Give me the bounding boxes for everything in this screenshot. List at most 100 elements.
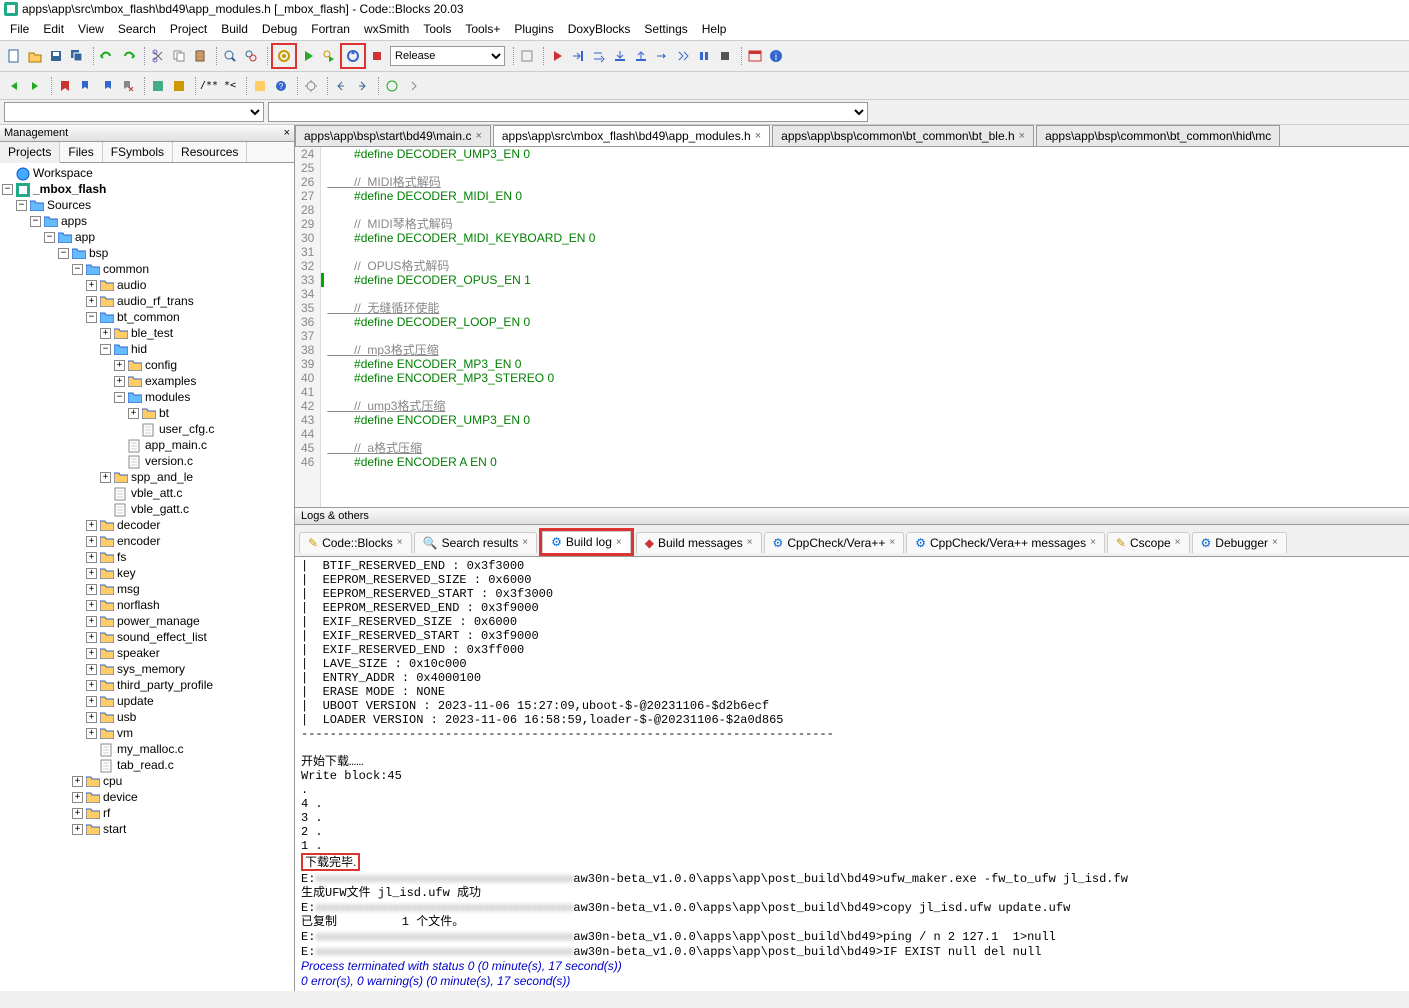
tree-start[interactable]: +start: [2, 821, 292, 837]
build-icon[interactable]: [274, 46, 294, 66]
tree-apps[interactable]: −apps: [2, 213, 292, 229]
project-tree[interactable]: Workspace−_mbox_flash−Sources−apps−app−b…: [0, 163, 294, 991]
menu-fortran[interactable]: Fortran: [305, 20, 356, 38]
close-icon[interactable]: ×: [397, 537, 403, 548]
tree-fs[interactable]: +fs: [2, 549, 292, 565]
close-icon[interactable]: ×: [475, 130, 481, 142]
tree-file-user_cfg.c[interactable]: user_cfg.c: [2, 421, 292, 437]
tree-bt_common[interactable]: −bt_common: [2, 309, 292, 325]
replace-icon[interactable]: [241, 46, 261, 66]
dox-html-icon[interactable]: [250, 76, 270, 96]
tree-file-version.c[interactable]: version.c: [2, 453, 292, 469]
tree-usb[interactable]: +usb: [2, 709, 292, 725]
tree-file-vble_att.c[interactable]: vble_att.c: [2, 485, 292, 501]
tree-update[interactable]: +update: [2, 693, 292, 709]
tree-config[interactable]: +config: [2, 357, 292, 373]
tree-expander-icon[interactable]: −: [100, 344, 111, 355]
tree-encoder[interactable]: +encoder: [2, 533, 292, 549]
menu-settings[interactable]: Settings: [638, 20, 693, 38]
tree-file-tab_read.c[interactable]: tab_read.c: [2, 757, 292, 773]
scope-select[interactable]: [4, 102, 264, 122]
menu-view[interactable]: View: [72, 20, 110, 38]
menu-plugins[interactable]: Plugins: [508, 20, 559, 38]
tab-fsymbols[interactable]: FSymbols: [103, 142, 173, 162]
tree-expander-icon[interactable]: −: [30, 216, 41, 227]
forward-icon[interactable]: [25, 76, 45, 96]
tree-expander-icon[interactable]: +: [128, 408, 139, 419]
tree-expander-icon[interactable]: +: [86, 280, 97, 291]
next-instr-icon[interactable]: [652, 46, 672, 66]
tree-decoder[interactable]: +decoder: [2, 517, 292, 533]
step-instr-icon[interactable]: [673, 46, 693, 66]
jump-fwd-icon[interactable]: [352, 76, 372, 96]
close-icon[interactable]: ×: [616, 537, 622, 548]
next-line-icon[interactable]: [589, 46, 609, 66]
back-icon[interactable]: [4, 76, 24, 96]
target-icon[interactable]: [517, 46, 537, 66]
tree-sources[interactable]: −Sources: [2, 197, 292, 213]
step-out-icon[interactable]: [631, 46, 651, 66]
tree-expander-icon[interactable]: −: [2, 184, 13, 195]
log-tab-cscope[interactable]: ✎Cscope×: [1107, 532, 1190, 553]
tree-file-my_malloc.c[interactable]: my_malloc.c: [2, 741, 292, 757]
tree-expander-icon[interactable]: +: [86, 728, 97, 739]
bookmark-clear-icon[interactable]: [118, 76, 138, 96]
tree-expander-icon[interactable]: +: [114, 360, 125, 371]
tree-expander-icon[interactable]: +: [86, 696, 97, 707]
tree-spp_and_le[interactable]: +spp_and_le: [2, 469, 292, 485]
tree-expander-icon[interactable]: +: [86, 584, 97, 595]
dox-config-icon[interactable]: [301, 76, 321, 96]
tree-cpu[interactable]: +cpu: [2, 773, 292, 789]
tree-common[interactable]: −common: [2, 261, 292, 277]
tree-device[interactable]: +device: [2, 789, 292, 805]
dox-block-icon[interactable]: /**: [199, 76, 219, 96]
bookmark-prev-icon[interactable]: [76, 76, 96, 96]
menu-search[interactable]: Search: [112, 20, 162, 38]
tree-expander-icon[interactable]: +: [86, 664, 97, 675]
close-icon[interactable]: ×: [889, 537, 895, 548]
tree-bt[interactable]: +bt: [2, 405, 292, 421]
log-tab-codeblocks[interactable]: ✎Code::Blocks×: [299, 532, 412, 553]
tab-files[interactable]: Files: [60, 142, 102, 162]
tree-vm[interactable]: +vm: [2, 725, 292, 741]
abort-icon[interactable]: [367, 46, 387, 66]
symbol-select[interactable]: [268, 102, 868, 122]
tree-expander-icon[interactable]: +: [72, 824, 83, 835]
tree-expander-icon[interactable]: +: [72, 792, 83, 803]
tree-expander-icon[interactable]: −: [114, 392, 125, 403]
dox-chm-icon[interactable]: ?: [271, 76, 291, 96]
editor-tab-hid-mc[interactable]: apps\app\bsp\common\bt_common\hid\mc: [1036, 125, 1280, 146]
close-icon[interactable]: ×: [1175, 537, 1181, 548]
close-icon[interactable]: ×: [284, 127, 290, 139]
tree-expander-icon[interactable]: −: [44, 232, 55, 243]
redo-icon[interactable]: [118, 46, 138, 66]
menu-help[interactable]: Help: [696, 20, 733, 38]
tree-expander-icon[interactable]: +: [86, 296, 97, 307]
bookmark-next-icon[interactable]: [97, 76, 117, 96]
menu-project[interactable]: Project: [164, 20, 213, 38]
tree-app[interactable]: −app: [2, 229, 292, 245]
menu-tools-plus[interactable]: Tools+: [459, 20, 506, 38]
tree-expander-icon[interactable]: +: [86, 552, 97, 563]
log-output[interactable]: | BTIF_RESERVED_END : 0x3f3000 | EEPROM_…: [295, 557, 1409, 991]
tree-expander-icon[interactable]: −: [58, 248, 69, 259]
log-tab-build-log[interactable]: ⚙Build log×: [542, 531, 631, 553]
tree-modules[interactable]: −modules: [2, 389, 292, 405]
tree-ble_test[interactable]: +ble_test: [2, 325, 292, 341]
rebuild-icon[interactable]: [343, 46, 363, 66]
build-target-select[interactable]: Release: [390, 46, 505, 66]
tree-expander-icon[interactable]: +: [86, 712, 97, 723]
tree-expander-icon[interactable]: +: [86, 648, 97, 659]
tree-expander-icon[interactable]: −: [16, 200, 27, 211]
info-icon[interactable]: i: [766, 46, 786, 66]
menu-wxsmith[interactable]: wxSmith: [358, 20, 415, 38]
menu-tools[interactable]: Tools: [417, 20, 457, 38]
bookmark-toggle-icon[interactable]: [55, 76, 75, 96]
close-icon[interactable]: ×: [522, 537, 528, 548]
paste-icon[interactable]: [190, 46, 210, 66]
save-all-icon[interactable]: [67, 46, 87, 66]
tree-workspace[interactable]: Workspace: [2, 165, 292, 181]
tree-msg[interactable]: +msg: [2, 581, 292, 597]
menu-doxyblocks[interactable]: DoxyBlocks: [562, 20, 637, 38]
close-icon[interactable]: ×: [1090, 537, 1096, 548]
